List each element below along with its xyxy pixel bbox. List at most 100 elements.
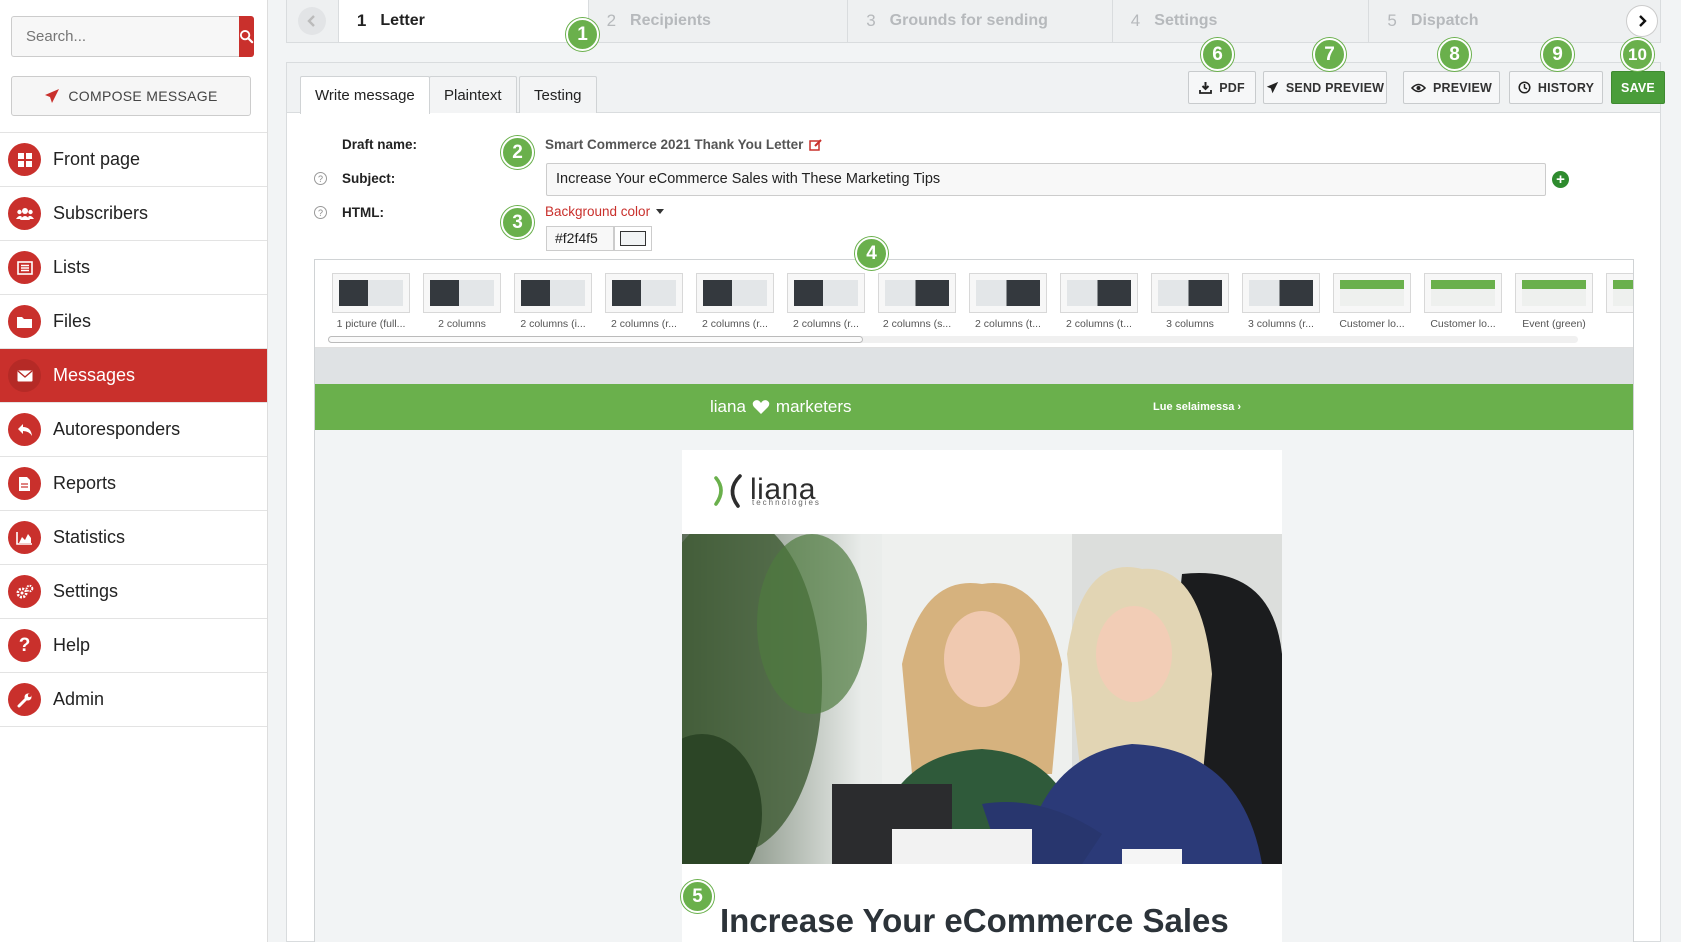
stepper-prev-button[interactable] [287,0,338,42]
callout-badge-1: 1 [566,18,599,51]
content-block-thumbnail[interactable] [1060,273,1138,313]
nav-label: Autoresponders [53,419,181,439]
block-preview [703,280,767,306]
nav-item-messages[interactable]: Messages [0,349,267,403]
wizard-stepper: 1 Letter 2 Recipients 3 Grounds for send… [286,0,1661,43]
nav-item-statistics[interactable]: Statistics [0,511,267,565]
content-block-thumbnail[interactable] [1424,273,1502,313]
nav-item-help[interactable]: ? Help [0,619,267,673]
step-label: Recipients [630,12,711,29]
hero-photo[interactable] [682,534,1282,864]
tab-write-message[interactable]: Write message [300,76,430,114]
content-block-thumbnail[interactable] [1151,273,1229,313]
step-letter[interactable]: 1 Letter [337,0,588,42]
callout-badge-2: 2 [501,136,534,169]
nav-label: Front page [53,149,141,169]
draft-name-text: Smart Commerce 2021 Thank You Letter [545,137,804,152]
subject-help-icon[interactable]: ? [314,172,327,185]
nav-item-settings[interactable]: Settings [0,565,267,619]
content-blocks-strip: 1 picture (full... 2 columns 2 columns (i.… [315,260,1633,348]
edit-icon[interactable] [809,138,823,151]
add-icon[interactable]: + [1552,171,1569,188]
view-in-browser-link[interactable]: Lue selaimessa › [1153,401,1241,413]
draft-name-value[interactable]: Smart Commerce 2021 Thank You Letter [545,137,823,152]
content-block-thumbnail[interactable] [1333,273,1411,313]
step-dispatch[interactable]: 5 Dispatch [1368,0,1624,42]
wrench-icon [8,683,41,716]
content-block-label: Customer lo... [1339,318,1405,330]
blocks-scrollbar[interactable] [328,336,1578,343]
tab-testing[interactable]: Testing [519,76,597,113]
nav-item-admin[interactable]: Admin [0,673,267,727]
content-block-label: 2 columns [438,318,486,330]
step-grounds-for-sending[interactable]: 3 Grounds for sending [847,0,1112,42]
block-preview [1067,280,1131,306]
block-preview [794,280,858,306]
content-block-thumbnail[interactable] [605,273,683,313]
nav-item-files[interactable]: Files [0,295,267,349]
content-block-thumbnail[interactable] [878,273,956,313]
nav-item-autoresponders[interactable]: Autoresponders [0,403,267,457]
search-icon [239,29,254,44]
block-preview [1158,280,1222,306]
logo-subtext: technologies [752,498,821,507]
gears-icon [8,575,41,608]
step-settings[interactable]: 4 Settings [1111,0,1369,42]
content-block-thumbnail[interactable] [423,273,501,313]
content-block-thumbnail[interactable] [1515,273,1593,313]
chevron-left-icon [307,15,316,27]
nav-item-reports[interactable]: Reports [0,457,267,511]
search-input[interactable] [11,16,239,57]
dashboard-icon [8,143,41,176]
content-block-thumbnail[interactable] [514,273,592,313]
content-block-label: 2 columns (t... [975,318,1041,330]
background-color-swatch[interactable] [614,226,652,251]
content-block-thumbnail[interactable] [787,273,865,313]
blocks-scrollbar-thumb[interactable] [328,336,863,343]
nav-label: Help [53,635,91,655]
search-box [11,16,254,57]
background-color-dropdown[interactable]: Background color [545,204,665,219]
paper-plane-icon [1266,81,1279,94]
content-block-thumbnail[interactable] [696,273,774,313]
step-label: Letter [380,12,425,29]
nav-item-front-page[interactable]: Front page [0,133,267,187]
stepper-next-button[interactable] [1624,0,1660,42]
pdf-button[interactable]: PDF [1188,71,1256,104]
send-preview-button[interactable]: SEND PREVIEW [1263,71,1387,104]
hero-photo-illustration [682,534,1282,864]
content-block-thumbnail[interactable] [1242,273,1320,313]
content-block-thumbnail[interactable] [1606,273,1633,313]
step-recipients[interactable]: 2 Recipients [587,0,848,42]
nav-label: Subscribers [53,203,149,223]
nav-item-subscribers[interactable]: Subscribers [0,187,267,241]
history-button[interactable]: HISTORY [1509,71,1603,104]
sidebar: COMPOSE MESSAGE Front page Subscribers L… [0,0,268,942]
save-button[interactable]: SAVE [1611,71,1665,104]
subject-input[interactable]: Increase Your eCommerce Sales with These… [546,163,1546,196]
preview-button[interactable]: PREVIEW [1403,71,1500,104]
swatch-color [620,231,646,246]
content-block-label: 1 picture (full... [336,318,406,330]
callout-badge-8: 8 [1438,38,1471,71]
content-block-label: 3 columns (r... [1248,318,1314,330]
block-preview [1340,280,1404,306]
compose-message-button[interactable]: COMPOSE MESSAGE [11,76,251,116]
nav-item-lists[interactable]: Lists [0,241,267,295]
content-block-label: 2 columns (i... [520,318,586,330]
search-button[interactable] [239,16,254,57]
content-block-thumbnail[interactable] [332,273,410,313]
block-preview [1249,280,1313,306]
email-content-card[interactable]: liana technologies Increase Your eCommer… [682,450,1282,942]
message-editor-panel: Write message Plaintext Testing PDF SEND… [286,62,1665,942]
caret-down-icon [656,209,665,214]
reply-icon [8,413,41,446]
paper-plane-icon [45,89,60,103]
report-icon [8,467,41,500]
content-block-thumbnail[interactable] [969,273,1047,313]
tab-plaintext[interactable]: Plaintext [429,76,517,113]
nav-label: Files [53,311,92,331]
background-color-hex-input[interactable]: #f2f4f5 [546,226,614,251]
folder-icon [8,305,41,338]
html-help-icon[interactable]: ? [314,206,327,219]
